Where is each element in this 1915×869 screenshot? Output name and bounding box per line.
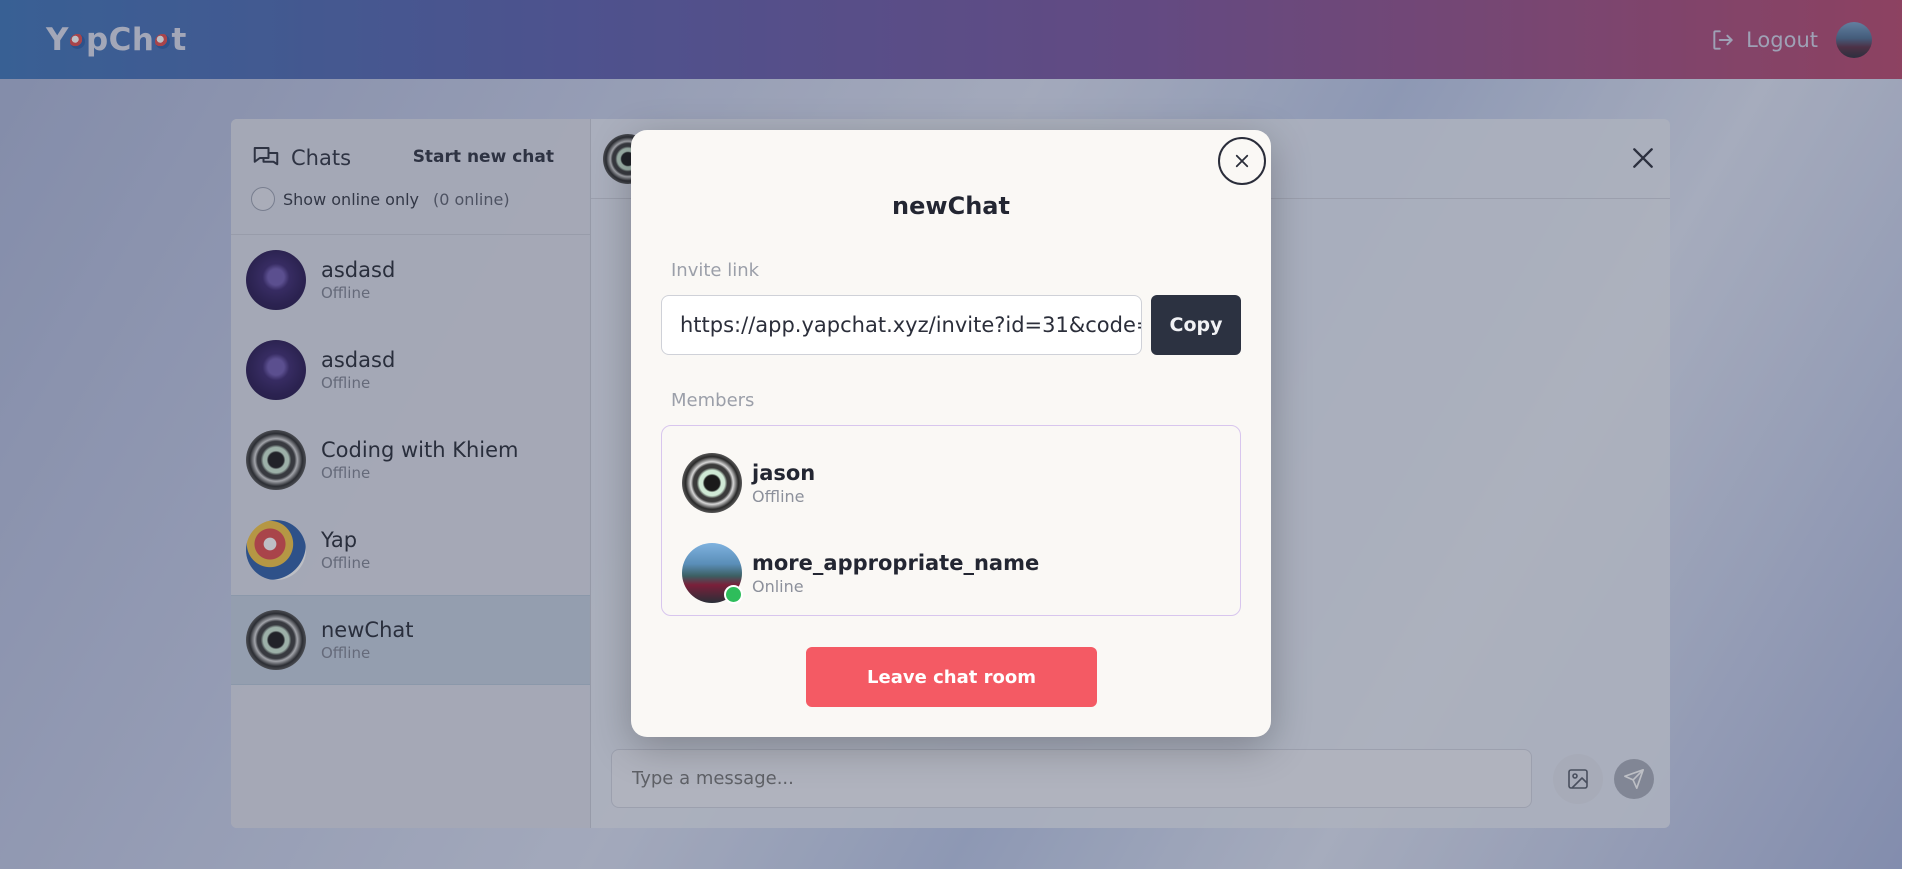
invite-link-label: Invite link — [671, 260, 760, 281]
copy-button[interactable]: Copy — [1151, 295, 1241, 355]
members-list: jason Offline more_appropriate_name Onli… — [661, 425, 1241, 616]
page-edge — [1902, 0, 1915, 869]
modal-title: newChat — [892, 192, 1010, 220]
member-name: more_appropriate_name — [752, 550, 1040, 575]
leave-chat-room-button[interactable]: Leave chat room — [806, 647, 1097, 707]
chat-info-modal: newChat Invite link https://app.yapchat.… — [631, 130, 1271, 737]
member-item[interactable]: jason Offline — [682, 438, 1240, 528]
close-icon — [1235, 154, 1249, 168]
member-name: jason — [752, 460, 816, 485]
member-status: Online — [752, 576, 804, 596]
members-label: Members — [671, 390, 755, 411]
member-status: Offline — [752, 486, 805, 506]
modal-close-button[interactable] — [1218, 137, 1266, 185]
invite-link-field[interactable]: https://app.yapchat.xyz/invite?id=31&cod… — [661, 295, 1142, 355]
member-avatar — [682, 453, 742, 513]
member-avatar — [682, 543, 743, 604]
member-item[interactable]: more_appropriate_name Online — [682, 528, 1240, 618]
online-indicator — [724, 585, 743, 604]
